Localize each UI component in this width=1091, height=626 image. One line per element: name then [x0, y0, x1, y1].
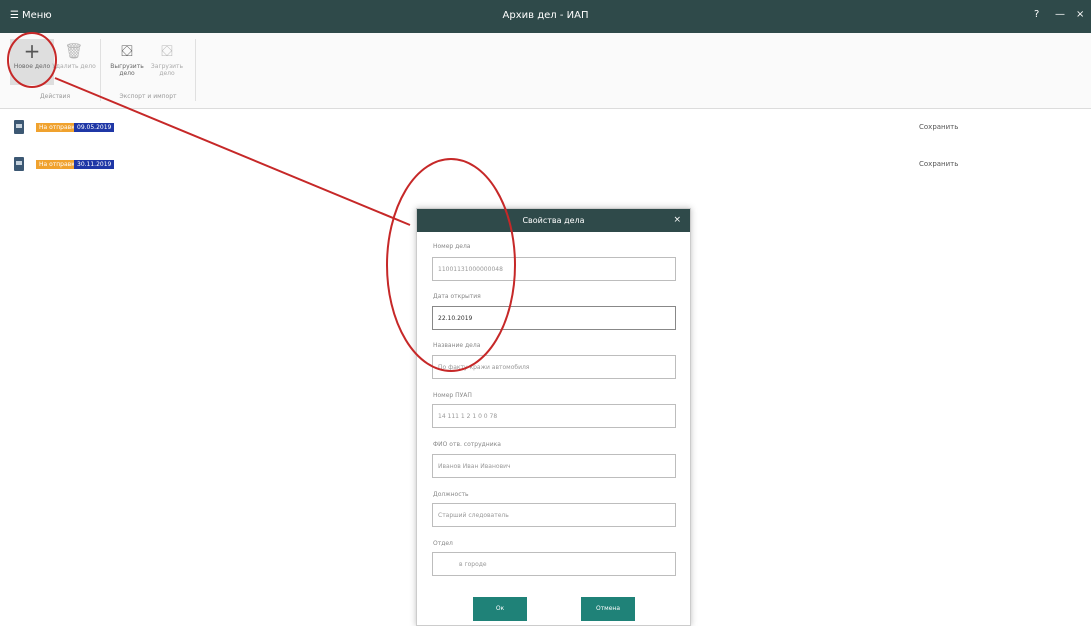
- delete-case-button[interactable]: 🗑 Удалить дело: [52, 39, 96, 70]
- case-number-field[interactable]: 11001131000000048: [432, 257, 676, 281]
- case-name-field[interactable]: По факту кражи автомобиля: [432, 355, 676, 379]
- window-title: Архив дел - ИАП: [502, 10, 589, 21]
- export-icon: ⛋: [121, 42, 133, 60]
- open-date-label: Дата открытия: [433, 293, 481, 300]
- ok-button[interactable]: Ок: [473, 597, 527, 621]
- import-icon: ⛋: [161, 42, 173, 60]
- ribbon-separator: [100, 39, 101, 101]
- case-name-label: Название дела: [433, 342, 481, 349]
- puap-number-label: Номер ПУАП: [433, 392, 472, 399]
- title-bar: ☰ Меню Архив дел - ИАП ? — ×: [0, 0, 1091, 33]
- department-label: Отдел: [433, 540, 453, 547]
- row-status-text: Сохранить: [919, 123, 959, 131]
- case-number-label: Номер дела: [433, 243, 471, 250]
- puap-number-field[interactable]: 14 111 1 2 1 0 0 78: [432, 404, 676, 428]
- export-case-button[interactable]: ⛋ Выгрузить дело: [105, 39, 149, 77]
- ribbon-separator: [195, 39, 196, 101]
- help-button[interactable]: ?: [1034, 9, 1039, 20]
- open-date-field[interactable]: 22.10.2019: [432, 306, 676, 330]
- list-item[interactable]: На отправке 30.11.2019 Сохранить: [14, 157, 1074, 173]
- plus-icon: +: [23, 39, 41, 63]
- employee-name-field[interactable]: Иванов Иван Иванович: [432, 454, 676, 478]
- minimize-button[interactable]: —: [1055, 9, 1065, 20]
- close-window-button[interactable]: ×: [1076, 9, 1084, 20]
- case-file-icon: [14, 157, 24, 171]
- delete-case-label: Удалить дело: [52, 63, 96, 70]
- trash-icon: 🗑: [64, 42, 84, 60]
- export-case-label: Выгрузить дело: [110, 63, 144, 77]
- date-badge: 09.05.2019: [74, 123, 115, 132]
- group-label-actions: Действия: [39, 93, 71, 100]
- employee-name-label: ФИО отв. сотрудника: [433, 441, 501, 448]
- case-file-icon: [14, 120, 24, 134]
- row-status-text: Сохранить: [919, 160, 959, 168]
- cancel-button[interactable]: Отмена: [581, 597, 635, 621]
- import-case-label: Загрузить дело: [150, 63, 184, 77]
- date-badge: 30.11.2019: [74, 160, 115, 169]
- dialog-title: Свойства дела: [522, 216, 585, 225]
- group-label-export-import: Экспорт и импорт: [119, 93, 177, 100]
- close-icon[interactable]: ×: [673, 209, 681, 232]
- case-properties-dialog: Свойства дела × Номер дела 1100113100000…: [416, 208, 691, 626]
- department-field[interactable]: в городе: [432, 552, 676, 576]
- list-item[interactable]: На отправке 09.05.2019 Сохранить: [14, 120, 1074, 136]
- position-label: Должность: [433, 491, 469, 498]
- ribbon-toolbar: + Новое дело 🗑 Удалить дело ⛋ Выгрузить …: [0, 33, 1091, 109]
- import-case-button[interactable]: ⛋ Загрузить дело: [145, 39, 189, 77]
- position-field[interactable]: Старший следователь: [432, 503, 676, 527]
- dialog-header: Свойства дела ×: [417, 209, 690, 232]
- new-case-label: Новое дело: [13, 63, 51, 70]
- new-case-button[interactable]: + Новое дело: [10, 39, 54, 85]
